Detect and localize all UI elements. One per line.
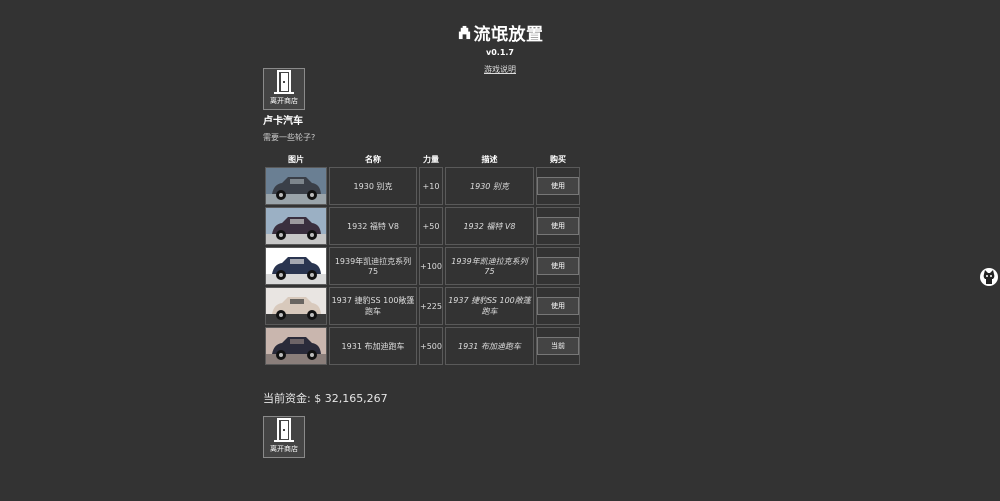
item-power: +500	[419, 327, 443, 365]
item-buy-cell: 使用	[535, 167, 580, 205]
item-name: 1931 布加迪跑车	[329, 327, 417, 365]
current-funds: 当前资金: $ 32,165,267	[263, 392, 388, 405]
item-buy-cell: 使用	[535, 247, 580, 285]
table-row: 1931 布加迪跑车 +500 1931 布加迪跑车 当前	[265, 327, 580, 365]
logo-icon	[458, 25, 470, 40]
car-image	[266, 248, 326, 284]
page: 流氓放置 v0.1.7 游戏说明 离开商店 卢卡汽车 需要一些轮子? 图片 名称…	[0, 0, 1000, 501]
item-power: +225	[419, 287, 443, 325]
leave-shop-button-bottom[interactable]: 离开商店	[263, 416, 305, 458]
use-button[interactable]: 使用	[536, 297, 579, 315]
table-row: 1937 捷豹SS 100敞篷跑车 +225 1937 捷豹SS 100敞篷跑车…	[265, 287, 580, 325]
column-header-image: 图片	[288, 155, 304, 164]
table-row: 1932 福特 V8 +50 1932 福特 V8 使用	[265, 207, 580, 245]
item-name: 1932 福特 V8	[329, 207, 417, 245]
use-button[interactable]: 使用	[536, 217, 579, 235]
door-icon	[274, 70, 294, 94]
item-desc: 1930 别克	[444, 167, 534, 205]
item-power: +50	[419, 207, 443, 245]
table-row: 1939年凯迪拉克系列 75 +100 1939年凯迪拉克系列 75 使用	[265, 247, 580, 285]
app-title: 流氓放置	[473, 25, 544, 45]
item-name: 1939年凯迪拉克系列 75	[329, 247, 417, 285]
item-desc: 1932 福特 V8	[444, 207, 534, 245]
column-header-desc: 描述	[481, 155, 498, 164]
table-header-row: 图片 名称 力量 描述 购买	[265, 154, 580, 165]
shop-name: 卢卡汽车	[263, 116, 303, 127]
item-name: 1937 捷豹SS 100敞篷跑车	[329, 287, 417, 325]
column-header-name: 名称	[365, 155, 381, 164]
item-name: 1930 别克	[329, 167, 417, 205]
version-label: v0.1.7	[486, 48, 514, 57]
item-image-cell	[265, 247, 327, 285]
item-power: +100	[419, 247, 443, 285]
item-desc: 1939年凯迪拉克系列 75	[444, 247, 534, 285]
header: 流氓放置 v0.1.7 游戏说明	[0, 20, 1000, 76]
door-icon	[274, 418, 294, 442]
item-desc: 1937 捷豹SS 100敞篷跑车	[444, 287, 534, 325]
item-image-cell	[265, 327, 327, 365]
shop-description: 需要一些轮子?	[263, 133, 316, 142]
column-header-power: 力量	[422, 155, 439, 164]
car-image	[266, 208, 326, 244]
use-button[interactable]: 使用	[536, 177, 579, 195]
game-help-link[interactable]: 游戏说明	[484, 64, 516, 75]
leave-shop-label: 离开商店	[270, 97, 298, 105]
current-button[interactable]: 当前	[536, 337, 579, 355]
car-image	[266, 328, 326, 364]
item-buy-cell: 使用	[535, 287, 580, 325]
item-image-cell	[265, 167, 327, 205]
github-cat-icon[interactable]	[980, 268, 998, 286]
item-buy-cell: 当前	[535, 327, 580, 365]
item-buy-cell: 使用	[535, 207, 580, 245]
leave-shop-button-top[interactable]: 离开商店	[263, 68, 305, 110]
column-header-buy: 购买	[549, 155, 566, 164]
title-row: 流氓放置	[0, 20, 1000, 45]
leave-shop-label: 离开商店	[270, 445, 298, 453]
item-power: +10	[419, 167, 443, 205]
item-desc: 1931 布加迪跑车	[444, 327, 534, 365]
item-image-cell	[265, 287, 327, 325]
car-image	[266, 168, 326, 204]
shop-table: 图片 名称 力量 描述 购买 1930 别克 +10 1930 别克 使用 19…	[263, 152, 582, 367]
car-image	[266, 288, 326, 324]
table-row: 1930 别克 +10 1930 别克 使用	[265, 167, 580, 205]
use-button[interactable]: 使用	[536, 257, 579, 275]
item-image-cell	[265, 207, 327, 245]
